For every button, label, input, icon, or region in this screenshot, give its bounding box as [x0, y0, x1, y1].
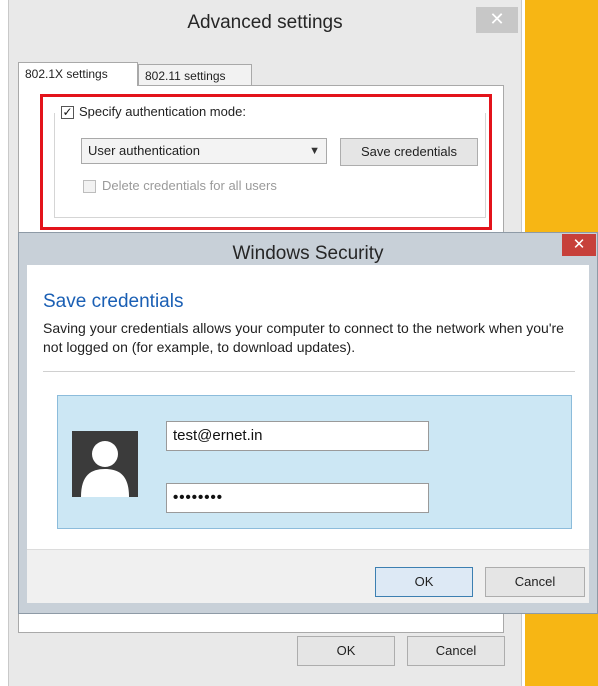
tab-802-1x-settings[interactable]: 802.1X settings — [18, 62, 138, 86]
advanced-settings-title: Advanced settings — [187, 12, 343, 33]
divider — [43, 371, 575, 372]
checkmark-icon: ✓ — [62, 105, 73, 119]
close-icon: ✕ — [489, 9, 505, 29]
save-credentials-heading: Save credentials — [43, 291, 184, 312]
windows-security-title: Windows Security — [232, 243, 384, 264]
chevron-down-icon: ▼ — [309, 145, 320, 157]
specify-auth-mode-checkbox[interactable]: ✓ — [61, 106, 74, 119]
tab-802-11-settings[interactable]: 802.11 settings — [138, 64, 252, 86]
advanced-cancel-button[interactable]: Cancel — [407, 636, 505, 666]
username-field[interactable]: test@ernet.in — [166, 421, 429, 451]
save-credentials-description: Saving your credentials allows your comp… — [43, 320, 564, 355]
delete-credentials-checkbox[interactable] — [83, 180, 96, 193]
auth-mode-select-value: User authentication — [88, 143, 201, 158]
delete-credentials-label: Delete credentials for all users — [102, 178, 277, 193]
advanced-ok-button[interactable]: OK — [297, 636, 395, 666]
close-icon: ✕ — [572, 236, 586, 253]
windows-security-close-button[interactable]: ✕ — [562, 234, 596, 256]
security-ok-button[interactable]: OK — [375, 567, 473, 597]
auth-mode-select[interactable]: User authentication ▼ — [81, 138, 327, 164]
password-field[interactable]: •••••••• — [166, 483, 429, 513]
specify-auth-mode-label: Specify authentication mode: — [79, 104, 250, 119]
windows-security-dialog: Windows Security ✕ Save credentials Savi… — [18, 232, 598, 614]
advanced-settings-close-button[interactable]: ✕ — [476, 7, 518, 33]
save-credentials-button[interactable]: Save credentials — [340, 138, 478, 166]
security-cancel-button[interactable]: Cancel — [485, 567, 585, 597]
user-avatar-icon — [72, 431, 138, 497]
